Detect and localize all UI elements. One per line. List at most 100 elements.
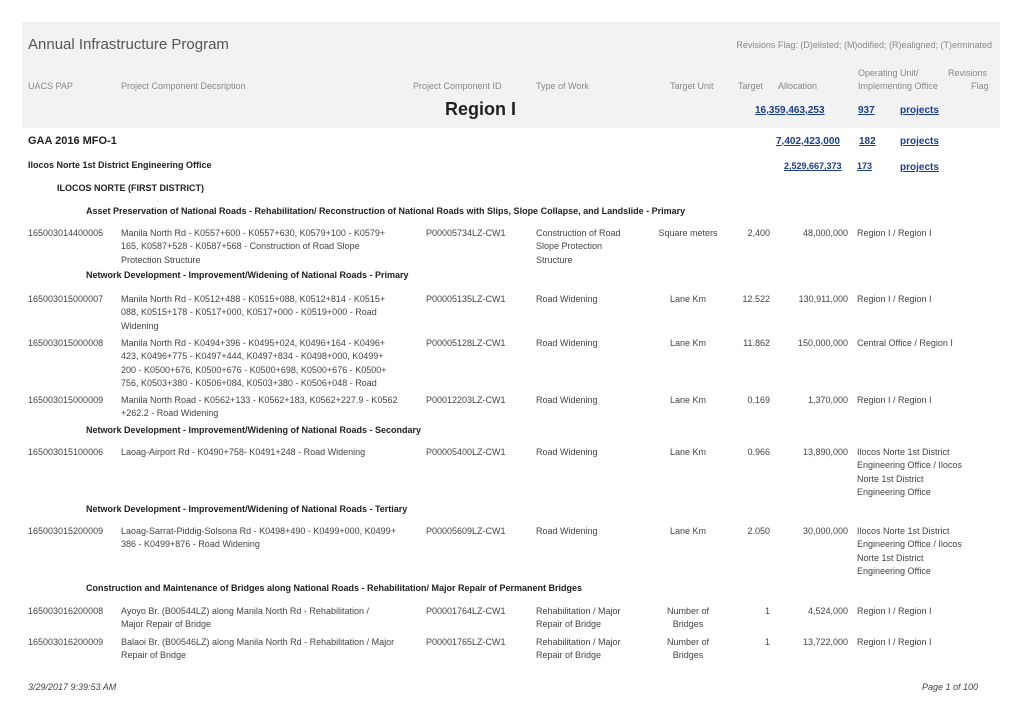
implementing-office-cell: Region I / Region I <box>857 605 987 618</box>
implementing-office-cell-line: Engineering Office <box>857 486 931 497</box>
type-of-work-cell: Road Widening <box>536 293 646 306</box>
target-cell: 1 <box>764 637 770 647</box>
component-id-cell: P00005135LZ-CW1 <box>426 294 506 304</box>
description-cell-line: 423, K0496+775 - K0497+444, K0497+834 - … <box>121 351 384 362</box>
description-cell: Manila North Rd - K0557+600 - K0557+630,… <box>121 227 426 267</box>
implementing-office-cell-line: Ilocos Norte 1st District <box>857 526 950 536</box>
col-header-component-id: Project Component ID <box>413 81 502 91</box>
col-header-target-unit: Target Unit <box>670 81 714 91</box>
office-count-link[interactable]: 173 <box>857 161 872 171</box>
description-cell-line: Ayoyo Br. (B00544LZ) along Manila North … <box>121 606 369 616</box>
type-of-work-cell-line: Road Widening <box>536 395 598 405</box>
target-unit-cell: Number of Bridges <box>648 636 728 663</box>
implementing-office-cell-line: Central Office / Region I <box>857 338 953 348</box>
footer-timestamp: 3/29/2017 9:39:53 AM <box>28 682 117 692</box>
implementing-office-cell: Central Office / Region I <box>857 337 987 350</box>
description-cell: Balaoi Br. (B00546LZ) along Manila North… <box>121 636 426 663</box>
implementing-office-cell-line: Norte 1st District <box>857 473 924 484</box>
description-cell-line: +262.2 - Road Widening <box>121 408 219 419</box>
type-of-work-cell: Road Widening <box>536 525 646 538</box>
uacs-cell: 165003016200009 <box>28 637 104 647</box>
uacs-cell: 165003015000009 <box>28 395 104 405</box>
target-cell: 12.522 <box>742 294 770 304</box>
description-cell-line: 756, K0503+380 - K0506+084, K0503+380 - … <box>121 377 377 388</box>
uacs-cell: 165003015100006 <box>28 447 104 457</box>
implementing-office-cell-line: Region I / Region I <box>857 637 932 647</box>
uacs-cell: 165003014400005 <box>28 228 104 238</box>
type-of-work-cell-line: Rehabilitation / Major <box>536 606 621 616</box>
description-cell-line: Balaoi Br. (B00546LZ) along Manila North… <box>121 637 395 647</box>
allocation-cell: 4,524,000 <box>807 606 848 616</box>
type-of-work-cell: Rehabilitation / Major Repair of Bridge <box>536 636 646 663</box>
office-amount-link[interactable]: 2,529,667,373 <box>784 161 842 171</box>
target-unit-cell-line: Number of <box>666 637 710 647</box>
implementing-office-cell-line: Ilocos Norte 1st District <box>857 447 950 457</box>
uacs-cell: 165003015000008 <box>28 338 104 348</box>
target-unit-cell: Lane Km <box>648 525 728 538</box>
implementing-office-cell: Ilocos Norte 1st District Engineering Off… <box>857 525 987 578</box>
description-cell-line: Manila North Rd - K0512+488 - K0515+088,… <box>121 294 386 304</box>
type-of-work-cell-line: Road Widening <box>536 526 598 536</box>
region-projects-link[interactable]: projects <box>900 105 939 116</box>
type-of-work-cell: Rehabilitation / Major Repair of Bridge <box>536 605 646 632</box>
office-heading: Ilocos Norte 1st District Engineering Of… <box>28 160 212 170</box>
office-projects-link[interactable]: projects <box>900 162 939 173</box>
type-of-work-cell: Road Widening <box>536 394 646 407</box>
implementing-office-cell-line: Norte 1st District <box>857 552 924 563</box>
target-unit-cell-line: Bridges <box>672 650 704 661</box>
target-unit-cell-line: Number of <box>666 606 710 616</box>
section-heading: Network Development - Improvement/Wideni… <box>86 270 409 280</box>
description-cell: Manila North Road - K0562+133 - K0562+18… <box>121 394 426 421</box>
implementing-office-cell-line: Engineering Office / Ilocos <box>857 539 962 550</box>
allocation-cell: 13,890,000 <box>802 447 848 457</box>
implementing-office-cell-line: Engineering Office / Ilocos <box>857 460 962 471</box>
col-header-flag: Flag <box>971 81 989 91</box>
description-cell: Laoag-Sarrat-Piddig-Solsona Rd - K0498+4… <box>121 525 426 552</box>
target-unit-cell: Lane Km <box>648 293 728 306</box>
description-cell-line: Manila North Rd - K0557+600 - K0557+630,… <box>121 228 386 238</box>
type-of-work-cell-line: Road Widening <box>536 447 598 457</box>
target-unit-cell-line: Lane Km <box>669 526 707 536</box>
type-of-work-cell-line: Structure <box>536 254 573 265</box>
uacs-cell: 165003015000007 <box>28 294 104 304</box>
description-cell-line: Protection Structure <box>121 254 201 265</box>
component-id-cell: P00005734LZ-CW1 <box>426 228 506 238</box>
target-cell: 1 <box>764 606 770 616</box>
target-unit-cell: Lane Km <box>648 446 728 459</box>
type-of-work-cell-line: Slope Protection <box>536 241 603 252</box>
col-header-uacs: UACS PAP <box>28 81 73 91</box>
description-cell-line: 386 - K0499+876 - Road Widening <box>121 539 260 550</box>
implementing-office-cell-line: Engineering Office <box>857 565 931 576</box>
target-unit-cell: Lane Km <box>648 337 728 350</box>
description-cell-line: Manila North Rd - K0494+396 - K0495+024,… <box>121 338 386 348</box>
section-heading: Construction and Maintenance of Bridges … <box>86 583 583 593</box>
gaa-heading: GAA 2016 MFO-1 <box>28 135 117 147</box>
allocation-cell: 13,722,000 <box>802 637 848 647</box>
description-cell: Manila North Rd - K0512+488 - K0515+088,… <box>121 293 426 333</box>
target-unit-cell-line: Lane Km <box>669 338 707 348</box>
component-id-cell: P00005400LZ-CW1 <box>426 447 506 457</box>
allocation-cell: 48,000,000 <box>802 228 848 238</box>
uacs-cell: 165003016200008 <box>28 606 104 616</box>
target-cell: 0.966 <box>747 447 770 457</box>
col-header-allocation: Allocation <box>778 81 818 91</box>
region-title: Region I <box>445 99 516 119</box>
description-cell-line: Major Repair of Bridge <box>121 619 212 630</box>
region-amount-link[interactable]: 16,359,463,253 <box>755 105 825 116</box>
gaa-amount-link[interactable]: 7,402,423,000 <box>776 136 840 147</box>
col-header-target: Target <box>738 81 764 91</box>
implementing-office-cell-line: Region I / Region I <box>857 294 932 304</box>
type-of-work-cell: Construction of Road Slope Protection Stru… <box>536 227 646 267</box>
target-cell: 0.169 <box>747 395 770 405</box>
target-unit-cell: Lane Km <box>648 394 728 407</box>
page-title: Annual Infrastructure Program <box>28 36 229 53</box>
type-of-work-cell: Road Widening <box>536 337 646 350</box>
section-heading: Network Development - Improvement/Wideni… <box>86 504 408 514</box>
region-count-link[interactable]: 937 <box>858 105 875 116</box>
report-page: Annual Infrastructure Program Revisions … <box>0 0 1020 721</box>
gaa-projects-link[interactable]: projects <box>900 136 939 147</box>
gaa-count-link[interactable]: 182 <box>859 136 876 147</box>
implementing-office-cell: Ilocos Norte 1st District Engineering Off… <box>857 446 987 499</box>
type-of-work-cell-line: Construction of Road <box>536 228 621 238</box>
component-id-cell: P00005128LZ-CW1 <box>426 338 506 348</box>
